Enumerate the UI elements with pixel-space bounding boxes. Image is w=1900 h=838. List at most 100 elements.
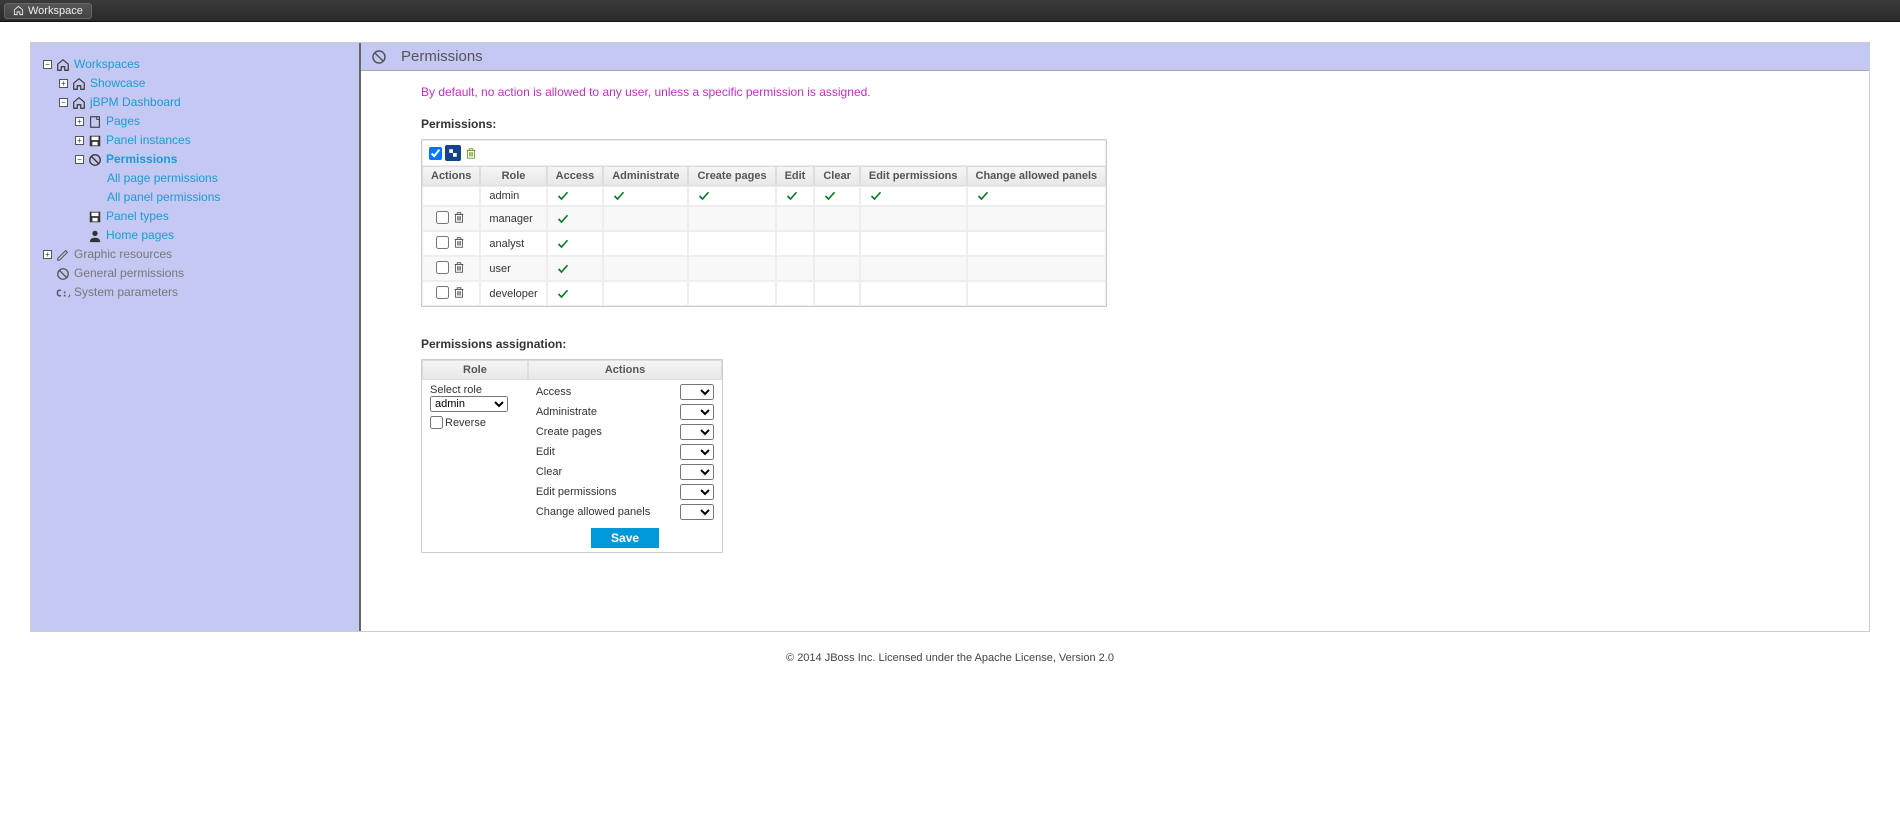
sidebar-item-pages[interactable]: Pages <box>106 112 140 131</box>
row-actions-cell <box>422 231 480 256</box>
table-row: analyst <box>422 231 1106 256</box>
row-perm-cell <box>967 231 1107 256</box>
role-select[interactable]: admin <box>430 396 508 412</box>
assign-action-label: Edit <box>536 446 555 458</box>
assign-action-label: Change allowed panels <box>536 506 650 518</box>
toggle-workspaces[interactable]: − <box>43 60 52 69</box>
assignation-label: Permissions assignation: <box>421 337 1809 351</box>
assign-action-select[interactable] <box>680 404 714 420</box>
row-perm-cell <box>814 256 860 281</box>
sidebar-item-system-parameters[interactable]: System parameters <box>74 283 178 302</box>
assign-action-select[interactable] <box>680 484 714 500</box>
assign-action-row: Clear <box>536 464 714 480</box>
assign-action-select[interactable] <box>680 444 714 460</box>
row-perm-cell <box>688 256 775 281</box>
sidebar-item-permissions[interactable]: Permissions <box>106 150 177 169</box>
row-perm-cell <box>688 231 775 256</box>
col-change-allowed-panels: Change allowed panels <box>967 166 1107 186</box>
assign-action-select[interactable] <box>680 464 714 480</box>
assign-action-label: Create pages <box>536 426 602 438</box>
row-select-checkbox[interactable] <box>436 286 449 299</box>
sidebar-item-general-permissions[interactable]: General permissions <box>74 264 184 283</box>
check-icon <box>823 190 851 202</box>
row-role-cell: admin <box>480 186 546 206</box>
trash-icon[interactable] <box>452 235 466 249</box>
col-edit-permissions: Edit permissions <box>860 166 967 186</box>
row-perm-cell <box>603 231 688 256</box>
page-title: Permissions <box>401 48 483 65</box>
trash-icon[interactable] <box>452 210 466 224</box>
row-perm-cell <box>814 231 860 256</box>
sidebar-item-all-panel-permissions[interactable]: All panel permissions <box>107 188 220 207</box>
check-icon <box>556 288 595 300</box>
ban-icon <box>371 49 387 65</box>
row-actions-cell <box>422 206 480 231</box>
assign-action-select[interactable] <box>680 424 714 440</box>
assign-action-select[interactable] <box>680 384 714 400</box>
row-select-checkbox[interactable] <box>436 261 449 274</box>
home-icon <box>56 58 70 72</box>
sidebar-item-all-page-permissions[interactable]: All page permissions <box>107 169 218 188</box>
save-button[interactable]: Save <box>591 528 659 548</box>
row-select-checkbox[interactable] <box>436 211 449 224</box>
check-icon <box>556 263 595 275</box>
sidebar-item-jbpm[interactable]: jBPM Dashboard <box>90 93 181 112</box>
toggle-panel-instances[interactable]: + <box>75 136 84 145</box>
home-icon <box>72 96 86 110</box>
workspace-button[interactable]: Workspace <box>4 3 92 19</box>
reverse-checkbox[interactable] <box>430 416 443 429</box>
row-perm-cell <box>547 231 604 256</box>
assign-action-select[interactable] <box>680 504 714 520</box>
sidebar-item-home-pages[interactable]: Home pages <box>106 226 174 245</box>
row-perm-cell <box>547 206 604 231</box>
workspace-label: Workspace <box>28 5 83 17</box>
row-perm-cell <box>860 231 967 256</box>
row-select-checkbox[interactable] <box>436 236 449 249</box>
check-icon <box>556 238 595 250</box>
row-actions-cell <box>422 186 480 206</box>
col-edit: Edit <box>776 166 815 186</box>
row-perm-cell <box>547 256 604 281</box>
row-perm-cell <box>860 186 967 206</box>
check-icon <box>556 190 595 202</box>
assign-action-row: Administrate <box>536 404 714 420</box>
col-access: Access <box>547 166 604 186</box>
sidebar-item-graphic-resources[interactable]: Graphic resources <box>74 245 172 264</box>
invert-selection-icon[interactable] <box>445 145 461 161</box>
user-icon <box>88 229 102 243</box>
toggle-showcase[interactable]: + <box>59 79 68 88</box>
row-perm-cell <box>814 186 860 206</box>
permissions-table: Actions Role Access Administrate Create … <box>421 139 1107 307</box>
row-perm-cell <box>776 281 815 306</box>
row-perm-cell <box>860 206 967 231</box>
sidebar-item-workspaces[interactable]: Workspaces <box>74 55 140 74</box>
row-perm-cell <box>688 186 775 206</box>
col-administrate: Administrate <box>603 166 688 186</box>
sidebar-item-showcase[interactable]: Showcase <box>90 74 145 93</box>
row-perm-cell <box>967 256 1107 281</box>
check-icon <box>785 190 806 202</box>
topbar: Workspace <box>0 0 1900 22</box>
row-perm-cell <box>603 256 688 281</box>
toggle-jbpm[interactable]: − <box>59 98 68 107</box>
trash-icon[interactable] <box>452 285 466 299</box>
trash-icon[interactable] <box>452 260 466 274</box>
toggle-graphic-resources[interactable]: + <box>43 250 52 259</box>
row-perm-cell <box>967 281 1107 306</box>
sidebar-item-panel-types[interactable]: Panel types <box>106 207 169 226</box>
ban-icon <box>88 153 102 167</box>
toggle-pages[interactable]: + <box>75 117 84 126</box>
footer-text: © 2014 JBoss Inc. Licensed under the Apa… <box>30 632 1870 684</box>
row-perm-cell <box>776 231 815 256</box>
page-icon <box>88 115 102 129</box>
row-actions-cell <box>422 281 480 306</box>
delete-selected-icon[interactable] <box>463 145 479 161</box>
row-role-cell: analyst <box>480 231 546 256</box>
row-perm-cell <box>776 206 815 231</box>
toggle-permissions[interactable]: − <box>75 155 84 164</box>
reverse-label: Reverse <box>445 417 486 429</box>
assign-action-label: Clear <box>536 466 562 478</box>
select-all-checkbox[interactable] <box>427 145 443 161</box>
row-perm-cell <box>688 206 775 231</box>
sidebar-item-panel-instances[interactable]: Panel instances <box>106 131 191 150</box>
